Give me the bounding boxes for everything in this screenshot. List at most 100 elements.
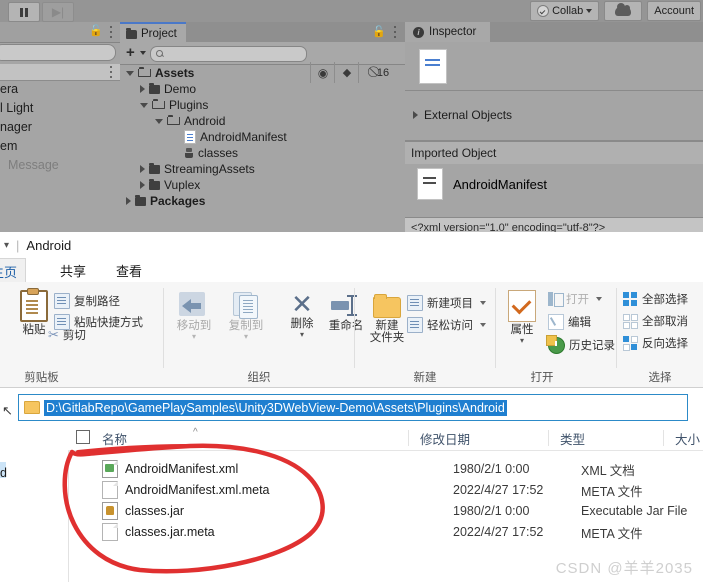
tree-item-classes[interactable]: classes xyxy=(120,145,405,161)
table-row[interactable]: classes.jar.meta 2022/4/27 17:52 META 文件… xyxy=(68,521,703,543)
tree-item-demo[interactable]: Demo xyxy=(120,81,405,97)
hierarchy-item[interactable]: nager xyxy=(0,118,120,137)
new-item-button[interactable]: 新建项目 xyxy=(407,294,486,312)
chevron-right-icon[interactable] xyxy=(413,111,418,119)
hierarchy-menu-icon[interactable] xyxy=(109,26,113,38)
hierarchy-item[interactable]: em xyxy=(0,137,120,156)
external-objects-foldout[interactable]: External Objects xyxy=(405,102,703,128)
breadcrumb-current[interactable]: Android xyxy=(26,238,71,253)
new-folder-label-2: 文件夹 xyxy=(369,332,405,344)
project-menu-icon[interactable] xyxy=(393,26,397,38)
chevron-down-icon[interactable] xyxy=(140,51,146,55)
chevron-right-icon[interactable] xyxy=(126,197,131,205)
project-toolbar: + ◉ ◆ ⃠ 16 xyxy=(120,42,405,83)
column-header-name[interactable]: 名称 xyxy=(102,426,127,450)
pause-button[interactable] xyxy=(8,2,40,22)
new-folder-label-1: 新建 xyxy=(375,320,399,332)
folder-open-icon xyxy=(152,99,165,109)
tree-item-vuplex[interactable]: Vuplex xyxy=(120,177,405,193)
invert-selection-label: 反向选择 xyxy=(642,338,688,350)
hierarchy-search-input[interactable] xyxy=(0,44,116,61)
chevron-right-icon[interactable] xyxy=(140,85,145,93)
chevron-right-icon[interactable] xyxy=(140,165,145,173)
tab-project[interactable]: Project xyxy=(120,22,186,44)
table-row[interactable]: AndroidManifest.xml 1980/2/1 0:00 XML 文档… xyxy=(68,458,703,480)
tree-item-assets[interactable]: Assets xyxy=(120,65,405,81)
new-folder-button[interactable]: 新建 文件夹 xyxy=(361,294,413,344)
imported-asset-name: AndroidManifest xyxy=(453,176,547,192)
divider[interactable] xyxy=(663,430,664,446)
project-search-input[interactable] xyxy=(150,46,307,62)
chevron-down-icon xyxy=(480,301,486,305)
collab-label: Collab xyxy=(552,5,584,17)
file-name-cell[interactable]: classes.jar.meta xyxy=(102,521,215,543)
step-button[interactable]: ▶| xyxy=(42,2,74,22)
divider[interactable] xyxy=(548,430,549,446)
cloud-button[interactable] xyxy=(604,1,643,21)
paste-shortcut-button[interactable]: 粘贴快捷方式 xyxy=(54,313,143,331)
nav-item-android[interactable]: d xyxy=(0,466,7,480)
imported-object-header: Imported Object xyxy=(405,141,703,165)
move-to-button[interactable]: 移动到 ▾ xyxy=(168,292,220,341)
paste-shortcut-label: 粘贴快捷方式 xyxy=(74,317,143,329)
tree-item-plugins[interactable]: Plugins xyxy=(120,97,405,113)
copy-path-button[interactable]: 复制路径 xyxy=(54,292,120,310)
tree-item-androidmanifest[interactable]: AndroidManifest xyxy=(120,129,405,145)
xml-preview-line: <?xml version="1.0" encoding="utf-8"?> xyxy=(405,217,703,232)
column-header-type[interactable]: 类型 xyxy=(560,426,585,450)
edit-button[interactable]: 编辑 xyxy=(548,313,591,331)
invert-selection-button[interactable]: 反向选择 xyxy=(623,334,688,352)
tab-share[interactable]: 共享 xyxy=(52,258,94,282)
hierarchy-item[interactable]: era xyxy=(0,80,120,99)
file-name-cell[interactable]: AndroidManifest.xml.meta xyxy=(102,479,270,501)
chevron-down-icon[interactable] xyxy=(140,102,148,108)
new-item-icon xyxy=(407,295,423,311)
watermark-text: CSDN @羊羊2035 xyxy=(555,560,693,577)
copy-to-button[interactable]: 复制到 ▾ xyxy=(220,292,272,341)
select-all-button[interactable]: 全部选择 xyxy=(623,290,688,308)
address-input[interactable]: D:\GitlabRepo\GamePlaySamples\Unity3DWeb… xyxy=(18,394,688,421)
create-add-icon[interactable]: + xyxy=(126,45,135,60)
tree-item-android[interactable]: Android xyxy=(120,113,405,129)
lock-icon[interactable]: 🔓 xyxy=(372,27,386,38)
file-name-cell[interactable]: AndroidManifest.xml xyxy=(102,458,238,480)
select-none-button[interactable]: 全部取消 xyxy=(623,312,688,330)
file-type-cell: XML 文档 xyxy=(581,463,635,478)
chevron-right-icon[interactable] xyxy=(140,181,145,189)
hierarchy-item[interactable]: l Light xyxy=(0,99,120,118)
table-row[interactable]: classes.jar 1980/2/1 0:00 Executable Jar… xyxy=(68,500,703,522)
xml-document-icon xyxy=(419,49,447,84)
tree-item-streamingassets[interactable]: StreamingAssets xyxy=(120,161,405,177)
scene-menu-icon[interactable] xyxy=(109,66,113,78)
tab-view[interactable]: 查看 xyxy=(108,258,150,282)
column-header-size[interactable]: 大小 xyxy=(675,426,700,450)
hierarchy-item-placeholder[interactable]: Message xyxy=(0,156,120,175)
file-name-cell[interactable]: classes.jar xyxy=(102,500,184,522)
tab-inspector[interactable]: i Inspector xyxy=(405,22,491,42)
select-none-label: 全部取消 xyxy=(642,316,688,328)
imported-asset-row[interactable]: AndroidManifest xyxy=(405,164,703,204)
tab-home[interactable]: 主页 xyxy=(0,258,26,284)
folder-icon xyxy=(24,401,40,414)
tree-item-label: Vuplex xyxy=(164,178,201,192)
open-button[interactable]: 打开 xyxy=(548,290,602,308)
easy-access-button[interactable]: 轻松访问 xyxy=(407,316,486,334)
chevron-down-icon[interactable]: ▾ xyxy=(4,240,9,251)
select-all-checkbox[interactable] xyxy=(76,430,90,444)
history-button[interactable]: 历史记录 xyxy=(546,334,615,354)
chevron-down-icon[interactable] xyxy=(155,118,163,124)
divider[interactable] xyxy=(408,430,409,446)
back-arrow-icon[interactable]: ↖ xyxy=(2,403,13,419)
divider: | xyxy=(16,237,20,253)
tree-item-packages[interactable]: Packages xyxy=(120,193,405,209)
column-header-date[interactable]: 修改日期 xyxy=(420,426,470,450)
address-path-text: D:\GitlabRepo\GamePlaySamples\Unity3DWeb… xyxy=(44,399,507,416)
paste-shortcut-icon xyxy=(54,314,70,330)
account-button[interactable]: Account xyxy=(647,1,701,21)
collab-button[interactable]: Collab xyxy=(530,1,600,21)
lock-icon[interactable]: 🔓 xyxy=(89,26,103,37)
tree-item-label: classes xyxy=(198,146,239,160)
table-row[interactable]: AndroidManifest.xml.meta 2022/4/27 17:52… xyxy=(68,479,703,501)
properties-button[interactable]: 属性 ▾ xyxy=(496,290,548,345)
chevron-down-icon[interactable] xyxy=(126,70,134,76)
